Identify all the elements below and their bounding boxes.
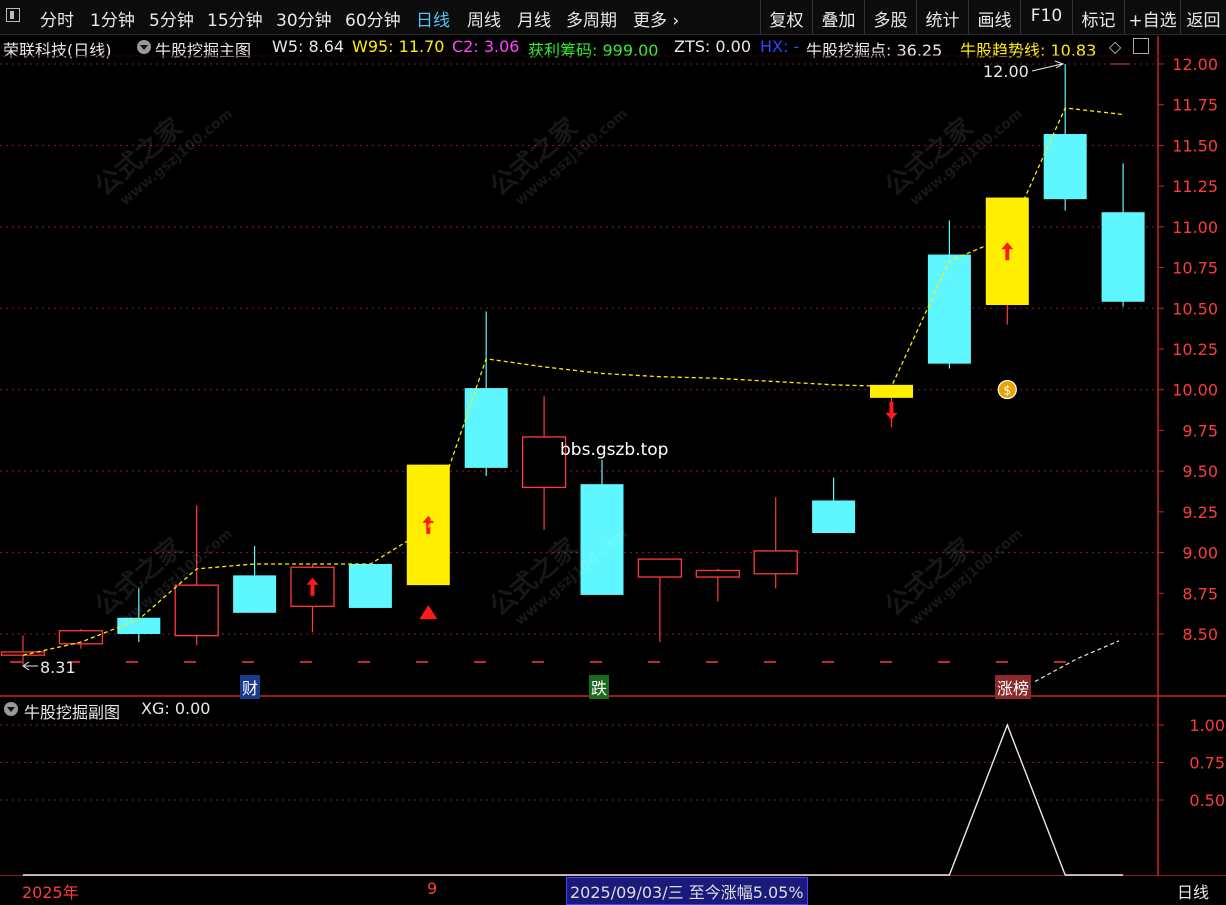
candle xyxy=(753,497,798,589)
candle xyxy=(1101,163,1145,307)
candle xyxy=(637,558,683,643)
y-tick-label: 8.75 xyxy=(1182,584,1218,603)
signal-triangle-icon xyxy=(419,605,438,620)
y-tick-label: 10.50 xyxy=(1172,299,1218,318)
candle-body xyxy=(1101,212,1145,302)
candle xyxy=(0,635,46,665)
y-tick-label: 10.75 xyxy=(1172,259,1218,278)
candle-body xyxy=(637,558,683,578)
auxiliary-line xyxy=(1034,640,1120,683)
mark-finance[interactable]: 财 xyxy=(240,675,261,699)
sub-y-tick-label: 0.75 xyxy=(1189,754,1225,773)
y-tick-label: 9.75 xyxy=(1182,421,1218,440)
candle-body xyxy=(812,500,856,534)
y-tick-label: 11.50 xyxy=(1172,136,1218,155)
candle xyxy=(290,563,335,633)
candle-body xyxy=(695,569,740,578)
period-label[interactable]: 日线 xyxy=(1177,879,1209,903)
candle xyxy=(233,546,277,613)
site-watermark: bbs.gszb.top xyxy=(560,440,669,460)
candle xyxy=(117,588,161,643)
candle-body xyxy=(927,254,971,364)
candle-body xyxy=(233,575,277,613)
y-tick-label: 10.25 xyxy=(1172,340,1218,359)
candle xyxy=(1043,64,1087,211)
candle xyxy=(348,563,392,608)
high-price-label: 12.00 xyxy=(983,62,1029,81)
year-label: 2025年 xyxy=(22,883,79,902)
candle xyxy=(174,505,219,646)
candle xyxy=(812,477,856,534)
y-tick-label: 8.50 xyxy=(1182,625,1218,644)
down-arrow-icon xyxy=(885,401,898,420)
y-tick-label: 9.50 xyxy=(1182,462,1218,481)
xg-line xyxy=(23,723,1124,876)
candle-body xyxy=(753,550,798,575)
candle xyxy=(870,384,913,428)
y-tick-label: 10.00 xyxy=(1172,381,1218,400)
candle xyxy=(521,396,567,530)
high-arrow-icon xyxy=(1031,60,1065,72)
candle-body xyxy=(348,563,392,608)
sub-y-tick-label: 1.00 xyxy=(1189,716,1225,735)
low-price-label: 8.31 xyxy=(40,658,76,677)
y-tick-label: 11.00 xyxy=(1172,218,1218,237)
candle-body xyxy=(174,584,219,637)
month-label: 9 xyxy=(427,879,438,898)
candle xyxy=(406,464,450,620)
mark-limit-up-list[interactable]: 涨榜 xyxy=(995,675,1032,699)
candle xyxy=(464,311,508,477)
candle xyxy=(695,568,740,602)
low-arrow-icon xyxy=(22,661,38,671)
y-tick-label: 9.25 xyxy=(1182,503,1218,522)
candle-body xyxy=(464,388,508,468)
candle: $ xyxy=(985,197,1029,400)
y-tick-label: 11.25 xyxy=(1172,177,1218,196)
candle-body xyxy=(580,484,624,595)
sub-y-tick-label: 0.50 xyxy=(1189,791,1225,810)
candle xyxy=(580,459,624,595)
trend-line xyxy=(22,107,1124,656)
moneybag-symbol: $ xyxy=(1003,384,1011,398)
y-tick-label: 9.00 xyxy=(1182,544,1218,563)
date-info: 2025/09/03/三 至今涨幅5.05% xyxy=(566,877,808,905)
y-tick-label: 12.00 xyxy=(1172,55,1218,74)
candle-body xyxy=(1043,134,1087,200)
mark-drop[interactable]: 跌 xyxy=(589,675,610,699)
y-tick-label: 11.75 xyxy=(1172,96,1218,115)
bottom-bar: 2025年 9 2025/09/03/三 至今涨幅5.05% 日线 xyxy=(0,876,1226,905)
